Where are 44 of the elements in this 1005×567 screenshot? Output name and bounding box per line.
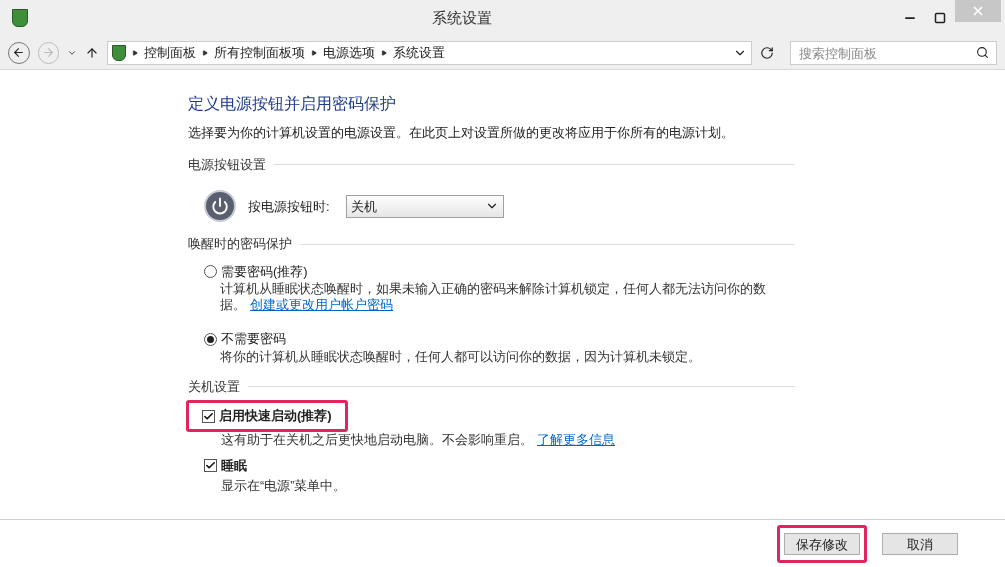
up-button[interactable] (85, 45, 100, 60)
breadcrumb-item[interactable]: 所有控制面板项 (214, 42, 306, 63)
back-arrow-icon (12, 46, 26, 59)
intro-text: 选择要为你的计算机设置的电源设置。在此页上对设置所做的更改将应用于你所有的电源计划。 (188, 125, 735, 142)
breadcrumb-item[interactable]: 电源选项 (323, 42, 376, 63)
breadcrumb-item[interactable]: 系统设置 (393, 42, 446, 63)
breadcrumb-arrow-icon (311, 49, 318, 56)
maximize-icon (934, 12, 946, 24)
option-description: 计算机从睡眠状态唤醒时，如果未输入正确的密码来解除计算机锁定，任何人都无法访问你的数据。 创建或更改用户帐户密码 (220, 281, 767, 314)
section-title: 关机设置 (188, 377, 240, 396)
search-field[interactable]: 搜索控制面板 (790, 41, 997, 65)
address-bar[interactable]: 控制面板 所有控制面板项 电源选项 系统设置 (107, 40, 753, 65)
checkbox-label: 启用快速启动(推荐) (219, 407, 332, 426)
checkbox[interactable] (204, 458, 217, 472)
refresh-button[interactable] (760, 45, 775, 60)
action-dropdown[interactable]: 关机 (345, 194, 504, 218)
dialog-button[interactable]: 取消 (882, 533, 958, 556)
app-icon (12, 9, 28, 27)
radio-button[interactable] (204, 265, 217, 278)
breadcrumb-arrow-icon (202, 49, 209, 56)
breadcrumb-arrow-icon (132, 49, 139, 56)
radio-label: 不需要密码 (221, 330, 286, 349)
radio-button[interactable] (204, 332, 217, 346)
option-description: 这有助于在关机之后更快地启动电脑。不会影响重启。 了解更多信息 (221, 431, 616, 448)
checkbox-label: 睡眠 (221, 456, 247, 475)
option-description: 将你的计算机从睡眠状态唤醒时，任何人都可以访问你的数据，因为计算机未锁定。 (220, 348, 702, 365)
help-link[interactable]: 了解更多信息 (537, 432, 615, 447)
control-panel-icon (112, 44, 127, 61)
section-title: 唤醒时的密码保护 (188, 235, 292, 254)
dialog-button[interactable]: 保存修改 (784, 533, 860, 556)
breadcrumb-arrow-icon (381, 49, 388, 56)
power-icon (204, 190, 236, 223)
breadcrumb-item[interactable]: 控制面板 (144, 42, 197, 63)
radio-label: 需要密码(推荐) (221, 262, 308, 281)
page-heading: 定义电源按钮并启用密码保护 (188, 94, 397, 114)
option-description: 显示在“电源”菜单中。 (221, 477, 348, 494)
checkbox[interactable] (202, 409, 215, 423)
search-icon (976, 45, 989, 59)
dropdown-label: 按电源按钮时: (248, 197, 330, 216)
close-icon (971, 4, 985, 18)
window-title: 系统设置 (430, 7, 493, 28)
help-link[interactable]: 创建或更改用户帐户密码 (250, 298, 393, 313)
forward-arrow-icon (42, 46, 56, 59)
section-title: 电源按钮设置 (188, 155, 266, 174)
